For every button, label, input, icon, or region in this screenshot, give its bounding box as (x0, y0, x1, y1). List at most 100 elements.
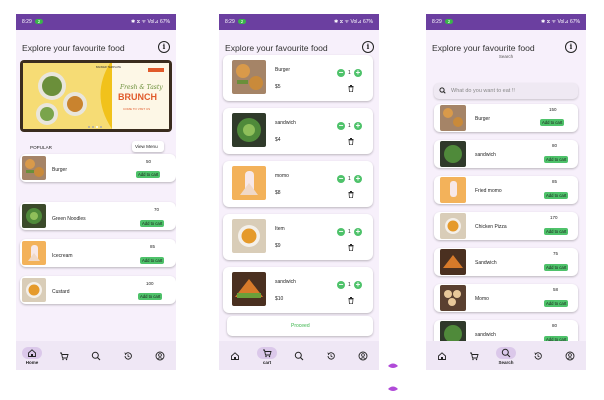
profile-icon (155, 351, 165, 360)
sandwich-image (232, 272, 266, 306)
increase-button[interactable]: + (354, 175, 362, 183)
food-name: Chicken Pizza (475, 224, 507, 230)
cart-icon (263, 349, 272, 357)
nav-cart[interactable]: cart (256, 345, 278, 367)
decrease-button[interactable]: − (337, 281, 345, 289)
search-screen: 8:29 2 ✱ ⧖ ᯤ Vol⊿ 67% Explore your favour… (426, 14, 586, 370)
trash-icon[interactable] (348, 138, 354, 145)
food-name: Sandwich (475, 260, 497, 266)
proceed-button[interactable]: Proceed (227, 316, 373, 336)
add-to-cart-button[interactable]: Add to cart (544, 192, 569, 199)
nav-history[interactable] (117, 345, 139, 367)
food-card[interactable]: Icecream 85 Add to cart (20, 239, 176, 267)
carousel-dot-active[interactable] (96, 126, 98, 128)
nav-history[interactable] (320, 345, 342, 367)
quantity-value: 1 (348, 70, 351, 76)
bottom-nav: Home (16, 341, 176, 370)
carousel-dot[interactable] (88, 126, 90, 128)
status-time: 8:29 (22, 19, 32, 25)
cart-item-price: $5 (275, 84, 281, 90)
food-name: Custard (52, 289, 70, 295)
banner-cta: COME TO VISIT US (123, 107, 151, 111)
item-image (232, 219, 266, 253)
food-card[interactable]: Custard 100 Add to cart (20, 276, 176, 304)
pizza-image (440, 213, 466, 239)
search-input[interactable]: What do you want to eat !! (434, 83, 578, 99)
notification-badge: 2 (444, 19, 454, 24)
nav-history[interactable] (527, 345, 549, 367)
banner-line1: Fresh & Tasty (120, 84, 163, 91)
icecream-image (22, 241, 46, 265)
popular-label: POPULAR (30, 145, 52, 150)
add-to-cart-button[interactable]: Add to cart (140, 220, 165, 227)
carousel-dot[interactable] (100, 126, 102, 128)
trash-icon[interactable] (348, 85, 354, 92)
nav-home[interactable] (431, 345, 453, 367)
food-card[interactable]: Momo 58 Add to cart (434, 284, 578, 312)
food-card[interactable]: Fried momo 85 Add to cart (434, 176, 578, 204)
info-icon[interactable]: i (362, 41, 374, 53)
add-to-cart-button[interactable]: Add to cart (544, 300, 569, 307)
food-card[interactable]: Sandwich 75 Add to cart (434, 248, 578, 276)
food-card[interactable]: Chicken Pizza 170 Add to cart (434, 212, 578, 240)
add-to-cart-button[interactable]: Add to cart (136, 171, 161, 178)
carousel-dot[interactable] (92, 126, 94, 128)
custard-image (22, 278, 46, 302)
food-card[interactable]: sandwich 80 Add to cart (434, 140, 578, 168)
food-name: Burger (52, 167, 68, 173)
view-menu-button[interactable]: View Menu (132, 141, 164, 152)
food-name: Momo (475, 296, 489, 302)
home-icon (28, 348, 36, 357)
food-count: 170 (550, 215, 558, 220)
cart-item-price: $4 (275, 137, 281, 143)
nav-profile[interactable] (559, 345, 581, 367)
increase-button[interactable]: + (354, 281, 362, 289)
nav-home[interactable] (224, 345, 246, 367)
increase-button[interactable]: + (354, 228, 362, 236)
quantity-value: 1 (348, 176, 351, 182)
increase-button[interactable]: + (354, 69, 362, 77)
add-to-cart-button[interactable]: Add to cart (544, 156, 569, 163)
info-icon[interactable]: i (565, 41, 577, 53)
food-name: Fried momo (475, 188, 502, 194)
trash-icon[interactable] (348, 297, 354, 304)
nav-profile[interactable] (149, 345, 171, 367)
cart-item-name: Burger (275, 67, 291, 73)
banner-kicker: BANNER TEMPLATE (96, 66, 121, 69)
carousel-dots[interactable] (88, 126, 102, 128)
nav-cart[interactable] (463, 345, 485, 367)
nav-home[interactable]: Home (21, 345, 43, 367)
trash-icon[interactable] (348, 191, 354, 198)
food-count: 50 (146, 159, 152, 164)
add-to-cart-button[interactable]: Add to cart (138, 293, 163, 300)
nav-search[interactable] (85, 345, 107, 367)
decrease-button[interactable]: − (337, 122, 345, 130)
decrease-button[interactable]: − (337, 175, 345, 183)
sandwich-image (440, 249, 466, 275)
nav-cart-label: cart (262, 359, 272, 365)
add-to-cart-button[interactable]: Add to cart (140, 257, 165, 264)
nav-search[interactable] (288, 345, 310, 367)
momo-image (440, 177, 466, 203)
decrease-button[interactable]: − (337, 228, 345, 236)
food-count: 70 (154, 207, 160, 212)
cart-screen: 8:29 2 ✱ ⧖ ᯤ Vol⊿ 67% Explore your favour… (219, 14, 379, 370)
increase-button[interactable]: + (354, 122, 362, 130)
food-card[interactable]: Green Noodles 70 Add to cart (20, 202, 176, 230)
food-card[interactable]: Burger 150 Add to cart (434, 104, 578, 132)
trash-icon[interactable] (348, 244, 354, 251)
nav-profile[interactable] (352, 345, 374, 367)
nav-cart[interactable] (53, 345, 75, 367)
decrease-button[interactable]: − (337, 69, 345, 77)
info-icon[interactable]: i (158, 41, 170, 53)
page-title: Explore your favourite food (22, 43, 125, 53)
nav-search[interactable]: Search (495, 345, 517, 367)
add-to-cart-button[interactable]: Add to cart (544, 264, 569, 271)
promo-banner[interactable]: BANNER TEMPLATE Fresh & Tasty BRUNCH COM… (20, 60, 172, 132)
cart-item-name: Item (275, 226, 285, 232)
page-subtitle: Search (498, 54, 514, 59)
nav-home-label: Home (25, 359, 39, 365)
add-to-cart-button[interactable]: Add to cart (540, 119, 565, 126)
food-card[interactable]: Burger 50 Add to cart (20, 154, 176, 182)
add-to-cart-button[interactable]: Add to cart (544, 228, 569, 235)
